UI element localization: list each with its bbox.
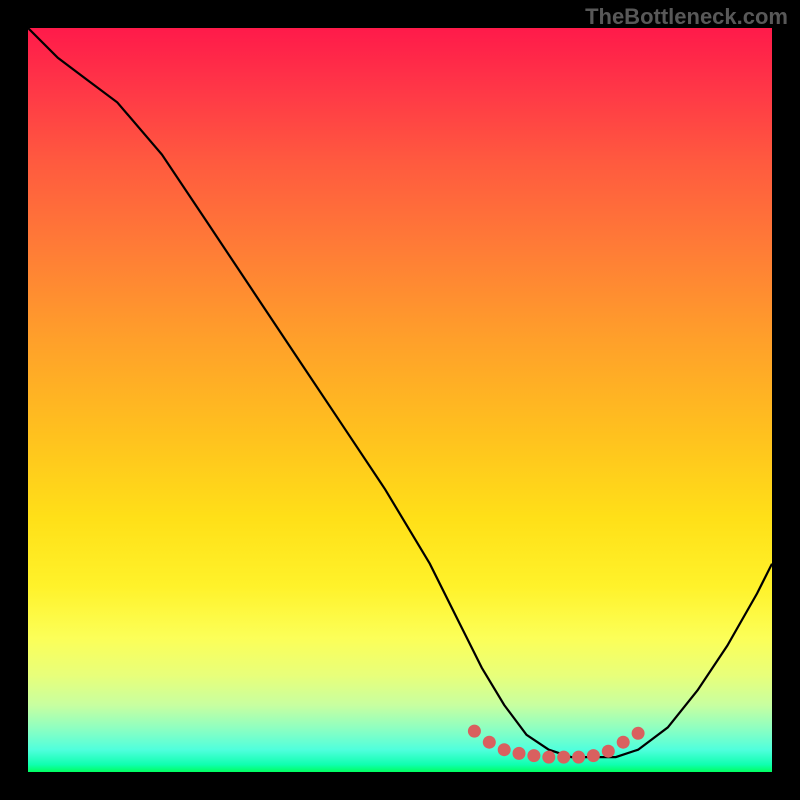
marker-point bbox=[468, 725, 481, 738]
marker-point bbox=[557, 751, 570, 764]
optimal-range-markers bbox=[468, 725, 645, 764]
marker-point bbox=[483, 736, 496, 749]
marker-point bbox=[632, 727, 645, 740]
marker-point bbox=[498, 743, 511, 756]
marker-point bbox=[513, 747, 526, 760]
marker-point bbox=[587, 749, 600, 762]
marker-point bbox=[542, 751, 555, 764]
marker-point bbox=[617, 736, 630, 749]
chart-plot-area bbox=[28, 28, 772, 772]
marker-point bbox=[527, 749, 540, 762]
markers-layer bbox=[28, 28, 772, 772]
watermark-text: TheBottleneck.com bbox=[585, 4, 788, 30]
marker-point bbox=[602, 745, 615, 758]
marker-point bbox=[572, 751, 585, 764]
